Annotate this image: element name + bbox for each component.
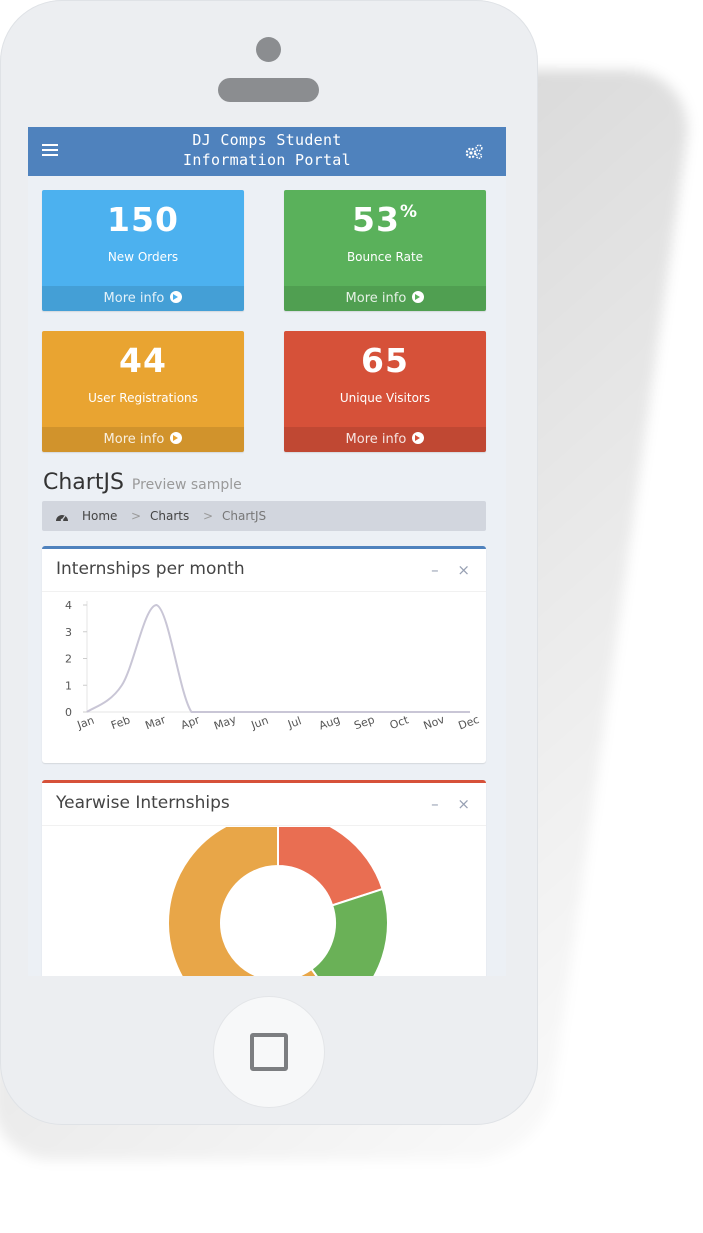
x-tick-label: Apr — [179, 713, 202, 732]
line-chart: 0 1 2 3 4 Jan Feb Mar Apr May Jun Jul Aug Sep Oct Nov De… — [65, 599, 481, 733]
more-info-link[interactable]: More info — [42, 286, 244, 311]
top-navbar: DJ Comps Student Information Portal — [28, 127, 506, 176]
stat-label: New Orders — [107, 250, 179, 264]
stat-suffix: % — [399, 202, 418, 222]
arrow-circle-right-icon — [170, 432, 183, 444]
stat-label: User Registrations — [88, 391, 198, 405]
more-info-link[interactable]: More info — [42, 427, 244, 452]
stat-box-unique-visitors: 65 Unique Visitors More info — [284, 331, 486, 452]
more-info-link[interactable]: More info — [284, 286, 486, 311]
stat-label: Unique Visitors — [339, 391, 431, 405]
arrow-circle-right-icon — [412, 432, 425, 444]
arrow-circle-right-icon — [170, 291, 183, 303]
settings-gears-icon[interactable] — [464, 143, 484, 161]
minimize-icon[interactable]: – — [431, 795, 439, 813]
x-tick-label: Jan — [75, 714, 96, 732]
y-tick-label: 3 — [65, 626, 72, 639]
more-info-link[interactable]: More info — [284, 427, 486, 452]
screen: DJ Comps Student Information Portal 150 … — [28, 127, 506, 976]
close-icon[interactable]: × — [457, 795, 470, 813]
x-tick-label: May — [212, 713, 238, 733]
x-tick-label: Jul — [285, 714, 303, 731]
breadcrumb-current: ChartJS — [222, 509, 267, 523]
line-series — [86, 603, 470, 713]
arrow-circle-right-icon — [412, 291, 425, 303]
app-title: DJ Comps Student Information Portal — [128, 130, 406, 170]
close-icon[interactable]: × — [457, 561, 470, 579]
hamburger-menu-icon[interactable] — [42, 144, 58, 158]
y-tick-label: 0 — [65, 706, 72, 719]
y-tick-label: 4 — [65, 599, 72, 612]
x-tick-label: Mar — [143, 713, 167, 732]
x-tick-label: Aug — [317, 713, 342, 733]
page-subtitle: Preview sample — [131, 477, 242, 493]
x-tick-label: Nov — [422, 713, 447, 733]
stat-box-new-orders: 150 New Orders More info — [42, 190, 244, 311]
x-tick-label: Dec — [457, 713, 481, 733]
x-tick-label: Feb — [109, 713, 132, 732]
breadcrumb-separator: > — [131, 509, 142, 523]
y-tick-label: 1 — [65, 679, 72, 692]
doughnut-chart-card: Yearwise Internships – × — [42, 780, 486, 976]
breadcrumb-charts[interactable]: Charts — [150, 501, 189, 531]
card-header: Internships per month – × — [42, 549, 486, 592]
stat-label: Bounce Rate — [346, 250, 424, 264]
stat-value: 44 — [119, 341, 167, 380]
app-title-line2: Information Portal — [183, 151, 351, 169]
card-header: Yearwise Internships – × — [42, 783, 486, 826]
stat-value: 53% — [352, 200, 418, 239]
stat-value: 150 — [107, 200, 179, 239]
phone-frame: DJ Comps Student Information Portal 150 … — [0, 0, 538, 1125]
home-button[interactable] — [214, 997, 324, 1107]
page-title-text: ChartJS — [43, 470, 124, 495]
app-title-line1: DJ Comps Student — [192, 131, 342, 149]
x-tick-label: Jun — [249, 714, 271, 732]
camera — [256, 37, 281, 62]
line-chart-card: Internships per month – × 0 1 2 3 4 Jan Feb Mar… — [42, 546, 486, 763]
stat-value: 65 — [361, 341, 409, 380]
doughnut-chart — [167, 827, 389, 976]
minimize-icon[interactable]: – — [431, 561, 439, 579]
dashboard-gauge-icon — [56, 515, 68, 522]
card-title: Yearwise Internships — [56, 793, 230, 813]
breadcrumb-home[interactable]: Home — [82, 501, 117, 531]
speaker — [218, 78, 319, 102]
stat-box-user-registrations: 44 User Registrations More info — [42, 331, 244, 452]
stat-box-bounce-rate: 53% Bounce Rate More info — [284, 190, 486, 311]
page-title: ChartJS Preview sample — [43, 470, 242, 495]
home-square-icon — [250, 1033, 288, 1071]
breadcrumb: Home > Charts > ChartJS — [42, 501, 486, 531]
doughnut-slice[interactable] — [310, 887, 389, 976]
breadcrumb-separator: > — [203, 509, 214, 523]
card-title: Internships per month — [56, 559, 245, 579]
x-tick-label: Oct — [388, 713, 411, 732]
x-tick-label: Sep — [352, 713, 376, 732]
y-tick-label: 2 — [65, 653, 72, 666]
